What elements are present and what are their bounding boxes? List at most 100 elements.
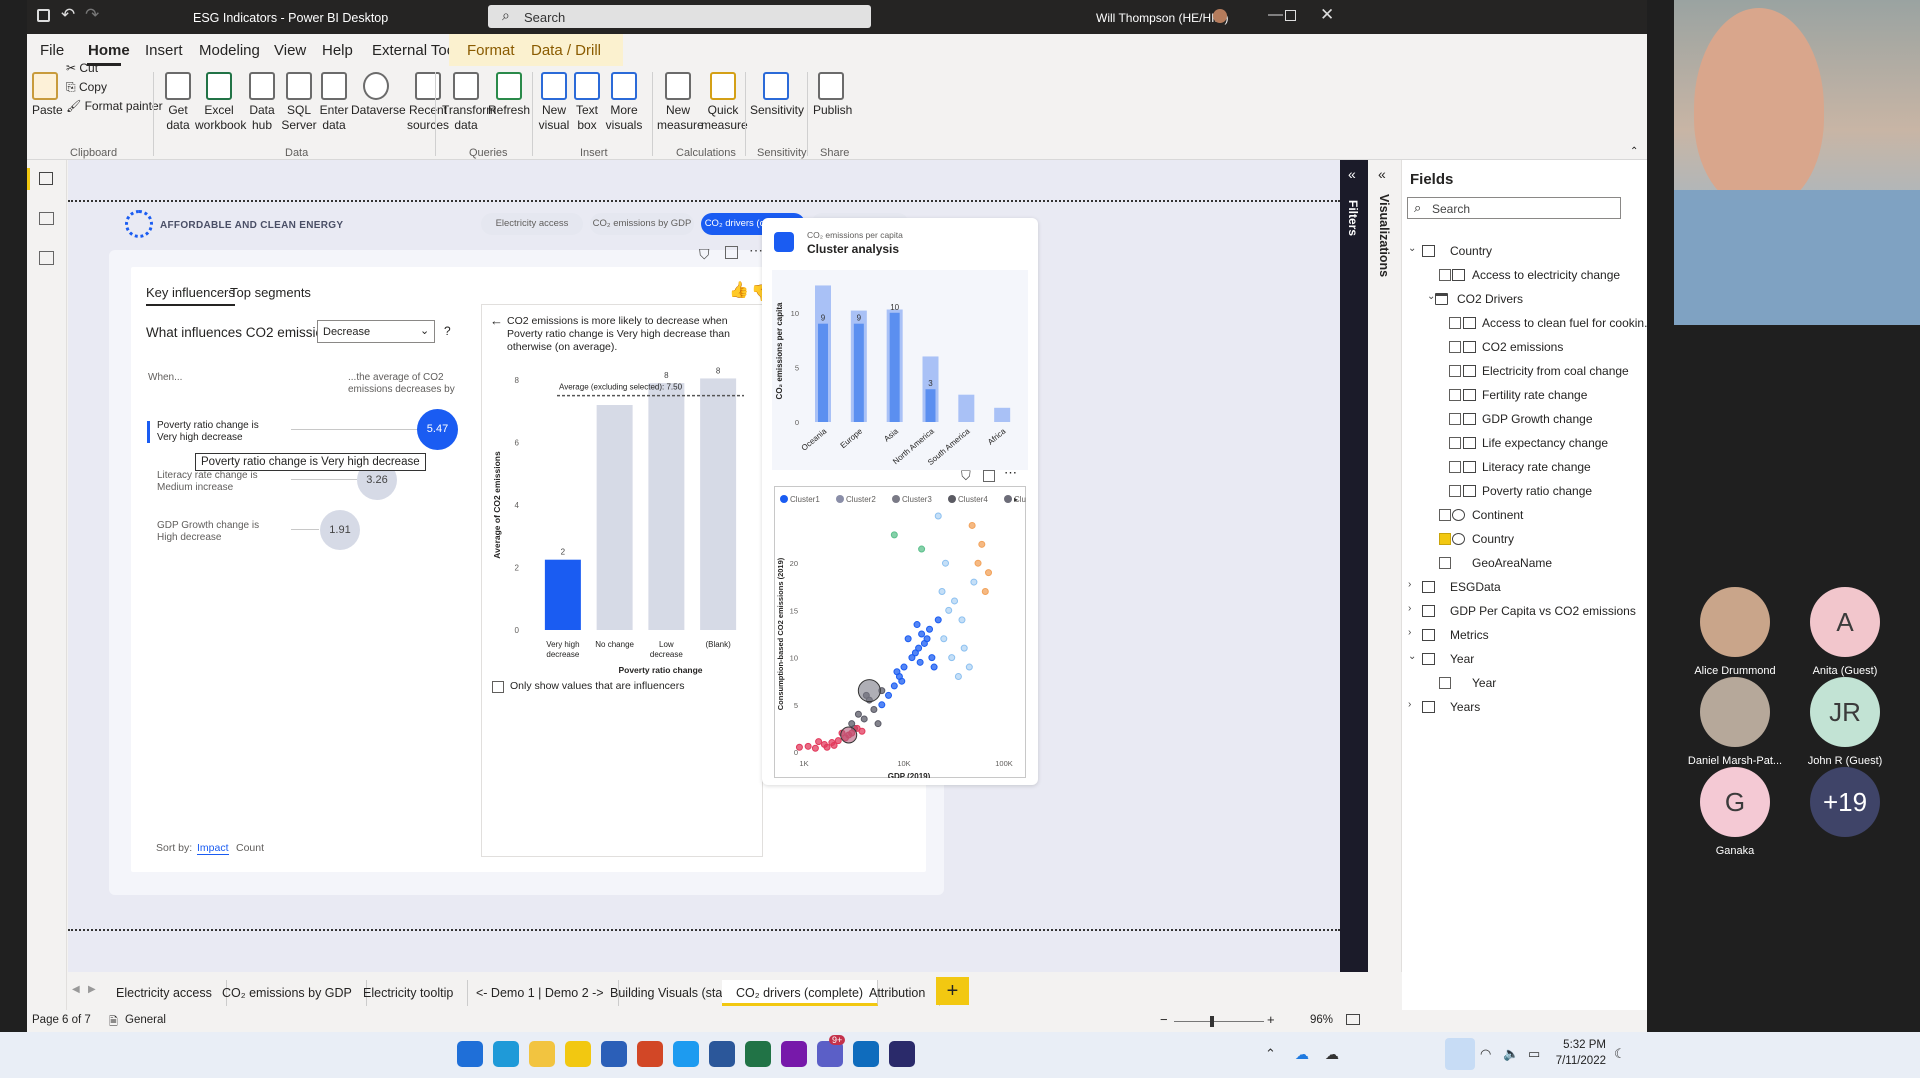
more-visuals-button[interactable]: More visuals [604,72,644,133]
expand-chevron-icon[interactable]: ⌄ [1408,651,1416,662]
field-checkbox[interactable] [1449,413,1461,425]
participant-tile[interactable]: Daniel Marsh-Pat... [1680,677,1790,767]
nav-pill-electricity-access[interactable]: Electricity access [481,213,583,235]
field-years[interactable]: Years [1450,698,1480,716]
tab-home[interactable]: Home [88,42,130,59]
tab-format[interactable]: Format [467,42,515,59]
edge-icon[interactable] [493,1041,519,1067]
influencer-bubble-1[interactable]: 5.47 [417,409,458,450]
participant-tile[interactable]: G Ganaka [1680,767,1790,857]
new-visual-button[interactable]: New visual [538,72,570,133]
prev-page-icon[interactable]: ◀ [72,984,80,995]
format-painter-button[interactable]: 🖌 Format painter [66,99,166,114]
publish-button[interactable]: Publish [813,72,852,118]
field-country[interactable]: Country [1472,530,1514,548]
collapsed-chevron-icon[interactable]: › [1408,603,1411,614]
tab-insert[interactable]: Insert [145,42,183,59]
field-checkbox[interactable] [1449,389,1461,401]
nav-pill-co2-by-gdp[interactable]: CO₂ emissions by GDP [590,213,694,235]
zoom-slider-track[interactable] [1174,1021,1264,1022]
field-literacy-rate-change[interactable]: Literacy rate change [1482,458,1591,476]
back-arrow-icon[interactable]: ← [490,313,503,328]
cloud-icon[interactable]: ☁ [1325,1046,1339,1063]
field-checkbox[interactable] [1439,509,1451,521]
participant-tile[interactable]: A Anita (Guest) [1790,587,1900,677]
field-geoareaname[interactable]: GeoAreaName [1472,554,1552,572]
field-metrics[interactable]: Metrics [1450,626,1489,644]
zoom-out-icon[interactable]: − [1160,1012,1168,1027]
filters-pane-collapsed[interactable]: « Filters [1340,160,1368,972]
field-checkbox[interactable] [1449,437,1461,449]
expand-chevron-icon[interactable]: ⌄ [1408,243,1416,254]
scatter-filter-icon[interactable]: ⛉ [961,468,971,484]
next-page-icon[interactable]: ▶ [88,984,96,995]
field-checkbox[interactable] [1449,461,1461,473]
collapsed-chevron-icon[interactable]: › [1408,627,1411,638]
field-checkbox[interactable] [1439,677,1451,689]
tab-view[interactable]: View [274,42,306,59]
onenote-icon[interactable] [781,1041,807,1067]
file-explorer-icon[interactable] [529,1041,555,1067]
tab-key-influencers[interactable]: Key influencers [146,285,235,306]
tray-chevron-icon[interactable]: ⌃ [1265,1046,1276,1062]
search-box[interactable]: ⌕ Search [488,5,871,28]
tab-modeling[interactable]: Modeling [199,42,260,59]
filter-icon[interactable]: ⛉ [699,246,710,263]
influencer-label-2[interactable]: Literacy rate change is Medium increase [157,470,277,494]
speaker-icon[interactable]: 🔈 [1503,1046,1519,1062]
field-esgdata[interactable]: ESGData [1450,578,1501,596]
model-view-icon[interactable] [39,251,54,265]
influencer-bubble-3[interactable]: 1.91 [320,510,360,550]
whiteboard-icon[interactable] [889,1041,915,1067]
report-view-icon[interactable] [39,172,53,185]
decrease-dropdown[interactable]: Decrease ⌄ [317,320,435,343]
word-icon[interactable] [709,1041,735,1067]
participant-tile[interactable]: +19 [1790,767,1900,845]
outlook-icon[interactable] [853,1041,879,1067]
field-gdp-growth-change[interactable]: GDP Growth change [1482,410,1593,428]
participant-tile[interactable]: Alice Drummond [1680,587,1790,677]
tab-data-drill[interactable]: Data / Drill [531,42,601,59]
twitter-icon[interactable] [673,1041,699,1067]
dataverse-button[interactable]: Dataverse [351,72,406,118]
enter-data-button[interactable]: Enter data [317,72,351,133]
excel-icon[interactable] [745,1041,771,1067]
onedrive-icon[interactable]: ☁ [1295,1046,1309,1063]
collapse-ribbon-icon[interactable]: ⌃ [1630,146,1638,157]
collapsed-chevron-icon[interactable]: › [1408,579,1411,590]
sort-count[interactable]: Count [236,842,264,854]
new-measure-button[interactable]: New measure [657,72,704,133]
scatter-more-icon[interactable]: ⋯ [1004,465,1017,481]
sort-impact[interactable]: Impact [197,842,229,855]
copy-button[interactable]: ⎘ Copy [66,80,166,95]
redo-icon[interactable]: ↷ [85,5,99,25]
field-gdp-per-capita-vs-co2-emissions[interactable]: GDP Per Capita vs CO2 emissions [1450,602,1636,620]
expand-filters-icon[interactable]: « [1348,166,1356,182]
windows-start-icon[interactable] [457,1041,483,1067]
battery-icon[interactable]: ▭ [1528,1046,1540,1062]
field-checkbox[interactable] [1449,365,1461,377]
field-electricity-from-coal-change[interactable]: Electricity from coal change [1482,362,1629,380]
data-view-icon[interactable] [39,212,54,225]
only-show-checkbox[interactable] [492,681,504,693]
tab-help[interactable]: Help [322,42,353,59]
field-checkbox[interactable] [1439,557,1451,569]
wifi-icon[interactable]: ◠ [1480,1046,1491,1062]
save-icon[interactable] [37,9,50,22]
user-avatar[interactable] [1213,9,1227,23]
cut-button[interactable]: ✂ Cut [66,61,166,76]
refresh-button[interactable]: Refresh [488,72,530,118]
data-hub-button[interactable]: Data hub [243,72,281,133]
powerpoint-icon[interactable] [637,1041,663,1067]
field-year[interactable]: Year [1450,650,1474,668]
tab-file[interactable]: File [40,42,64,59]
field-co2-drivers[interactable]: CO2 Drivers [1457,290,1523,308]
field-checkbox[interactable] [1439,533,1451,545]
zoom-slider-thumb[interactable] [1210,1016,1214,1027]
field-access-to-clean-fuel-for-cookin[interactable]: Access to clean fuel for cookin... [1482,314,1647,332]
field-life-expectancy-change[interactable]: Life expectancy change [1482,434,1608,452]
powerbi-icon[interactable] [565,1041,591,1067]
field-continent[interactable]: Continent [1472,506,1523,524]
transform-data-button[interactable]: Transform data [442,72,496,133]
field-checkbox[interactable] [1449,341,1461,353]
